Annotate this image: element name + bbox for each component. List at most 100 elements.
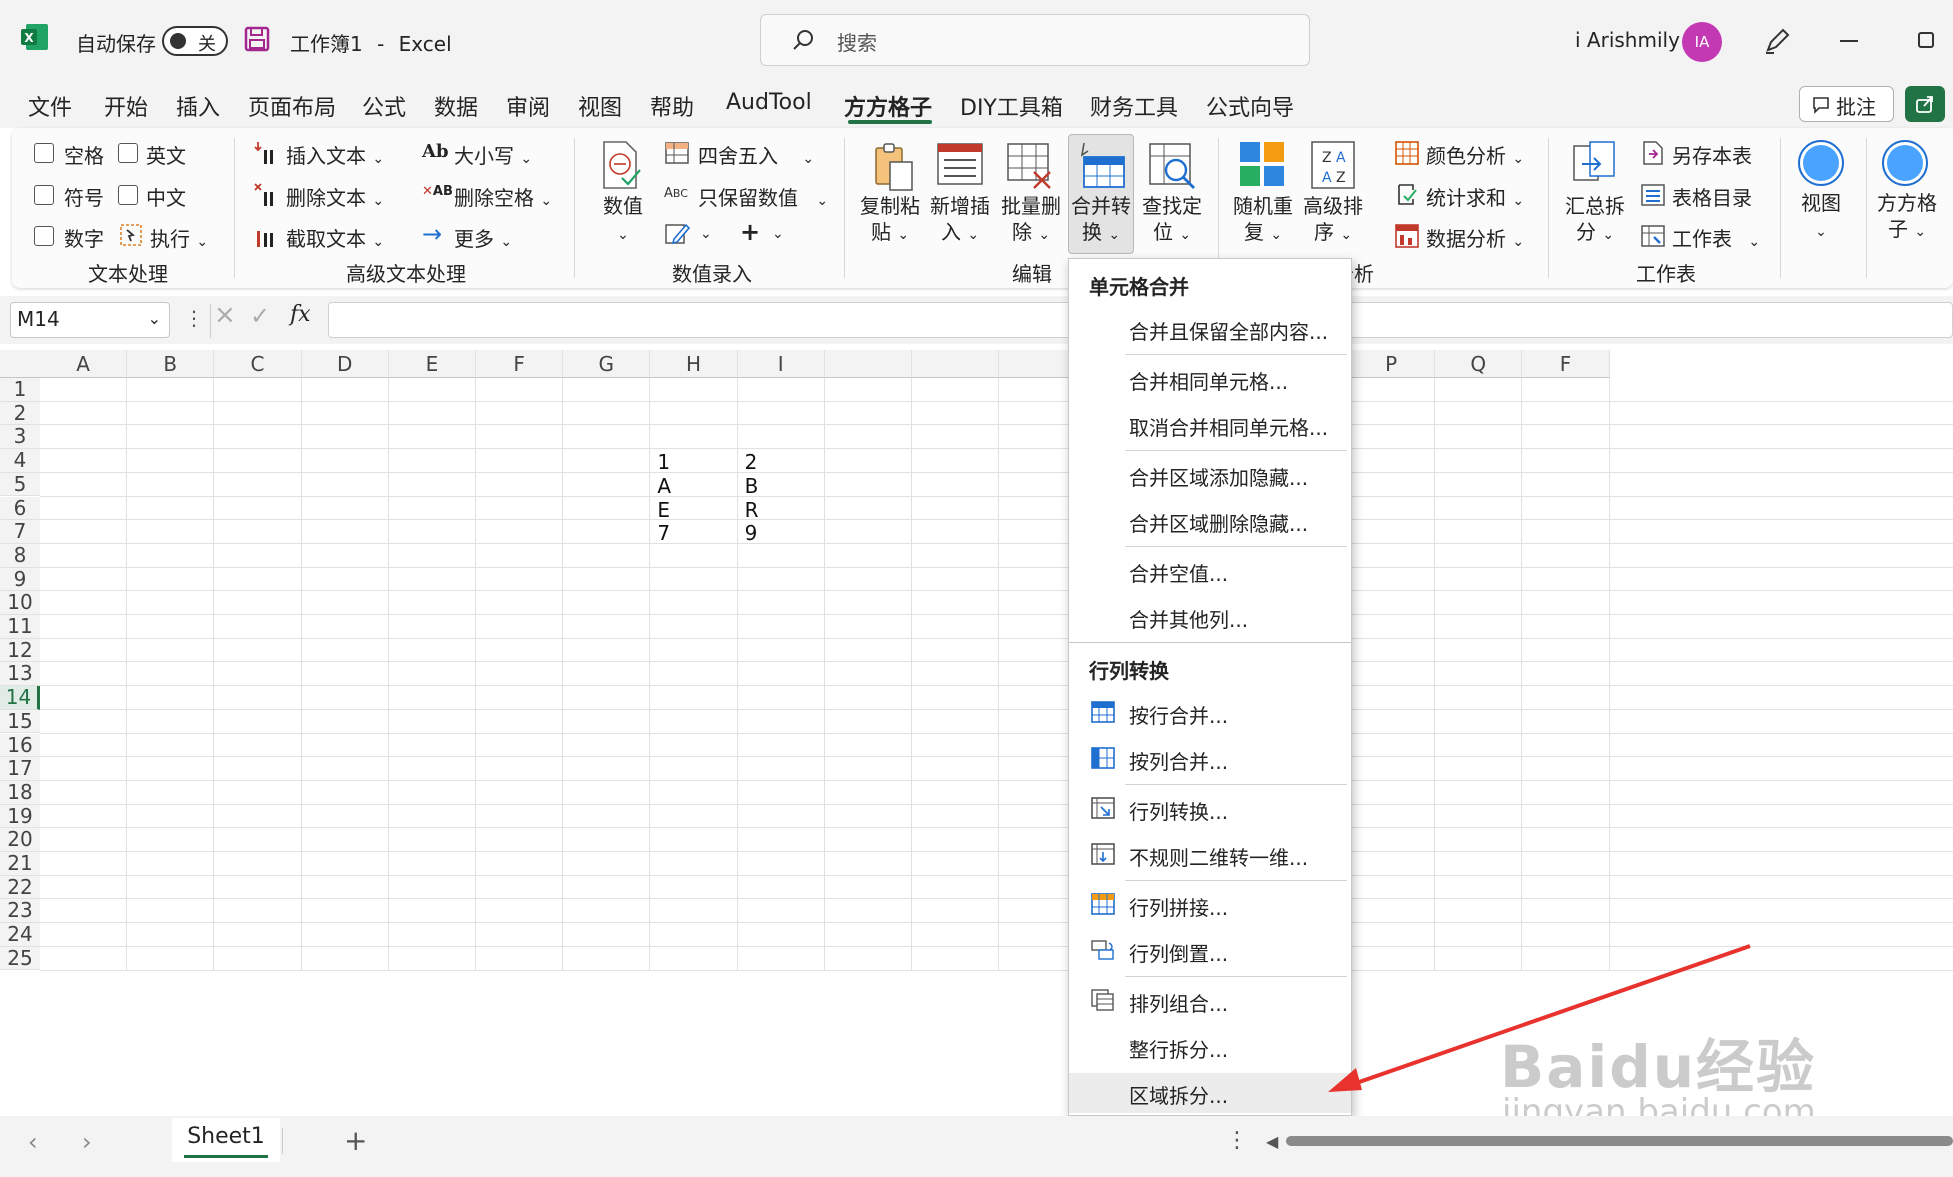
delete-text-button[interactable]: 删除文本 ⌄ — [286, 182, 384, 211]
save-as-sheet-button[interactable]: 另存本表 — [1672, 140, 1752, 169]
add-sheet-button[interactable]: + — [344, 1124, 367, 1157]
edit-icon[interactable] — [664, 221, 692, 247]
color-analysis-button[interactable]: 颜色分析 ⌄ — [1426, 140, 1524, 169]
menu-item-unmerge-same[interactable]: 取消合并相同单元格... — [1069, 405, 1351, 445]
row-header-20[interactable]: 20 — [0, 828, 40, 852]
user-name[interactable]: i Arishmily — [1575, 28, 1680, 52]
select-all-corner[interactable] — [0, 350, 40, 378]
tab-finance-tools[interactable]: 财务工具 — [1090, 90, 1178, 122]
column-header-C[interactable]: C — [214, 350, 302, 378]
copy-paste-button[interactable]: 复制粘贴 ⌄ — [858, 193, 922, 248]
menu-item-merge-by-row[interactable]: 按行合并... — [1069, 693, 1351, 733]
tab-data[interactable]: 数据 — [434, 90, 478, 122]
horizontal-scrollbar[interactable] — [1286, 1136, 1953, 1146]
advanced-sort-button[interactable]: 高级排序 ⌄ — [1300, 193, 1366, 248]
search-box[interactable]: 搜索 — [760, 14, 1310, 66]
share-button[interactable] — [1905, 86, 1945, 122]
tab-review[interactable]: 审阅 — [506, 90, 550, 122]
row-header-5[interactable]: 5 — [0, 472, 40, 497]
menu-item-row-split[interactable]: 整行拆分... — [1069, 1027, 1351, 1067]
worksheet-button[interactable]: 工作表 ⌄ — [1672, 223, 1760, 252]
more-options-icon[interactable]: ⋮ — [1226, 1128, 1248, 1153]
pen-icon[interactable] — [1762, 26, 1792, 56]
cell-H6[interactable]: E — [657, 498, 670, 522]
column-header-B[interactable]: B — [127, 350, 215, 378]
view-button[interactable]: 视图 ⌄ — [1790, 190, 1852, 245]
row-header-17[interactable]: 17 — [0, 756, 40, 781]
function-icon[interactable]: fx — [290, 302, 311, 327]
round-button[interactable]: 四舍五入 ⌄ — [698, 140, 814, 169]
row-header-23[interactable]: 23 — [0, 899, 40, 924]
comment-button[interactable]: 批注 — [1799, 86, 1894, 122]
cell-I7[interactable]: 9 — [745, 521, 758, 545]
column-header-A[interactable]: A — [40, 350, 128, 378]
new-insert-button[interactable]: 新增插入 ⌄ — [926, 193, 994, 248]
checkbox-english[interactable] — [118, 143, 138, 163]
cell-H4[interactable]: 1 — [657, 450, 670, 474]
checkbox-symbol[interactable] — [34, 185, 54, 205]
tab-help[interactable]: 帮助 — [650, 90, 694, 122]
column-header-F[interactable]: F — [1522, 350, 1610, 378]
scroll-left-icon[interactable]: ‹ — [28, 1128, 38, 1156]
tab-diy-toolbox[interactable]: DIY工具箱 — [960, 90, 1063, 122]
find-locate-button[interactable]: 查找定位 ⌄ — [1138, 193, 1206, 248]
confirm-icon[interactable]: ✓ — [250, 302, 270, 330]
row-header-19[interactable]: 19 — [0, 804, 40, 829]
batch-delete-button[interactable]: 批量删除 ⌄ — [998, 193, 1064, 248]
tab-ffgz[interactable]: 方方格子 — [844, 90, 932, 122]
merge-convert-button[interactable]: 合并转换 ⌄ — [1068, 134, 1134, 254]
row-header-15[interactable]: 15 — [0, 709, 40, 734]
data-analysis-button[interactable]: 数据分析 ⌄ — [1426, 223, 1524, 252]
row-header-10[interactable]: 10 — [0, 591, 40, 615]
row-header-18[interactable]: 18 — [0, 780, 40, 805]
menu-item-merge-same[interactable]: 合并相同单元格... — [1069, 359, 1351, 399]
column-header-hidden[interactable] — [824, 350, 912, 378]
row-header-8[interactable]: 8 — [0, 543, 40, 568]
summary-split-button[interactable]: 汇总拆分 ⌄ — [1562, 193, 1628, 248]
row-header-11[interactable]: 11 — [0, 614, 40, 639]
row-header-21[interactable]: 21 — [0, 851, 40, 876]
row-header-14[interactable]: 14 — [0, 685, 40, 710]
column-header-G[interactable]: G — [563, 350, 651, 378]
cell-I5[interactable]: B — [745, 474, 759, 498]
tab-home[interactable]: 开始 — [104, 90, 148, 122]
plus-icon[interactable]: + — [740, 218, 760, 246]
cell-I4[interactable]: 2 — [745, 450, 758, 474]
checkbox-space[interactable] — [34, 143, 54, 163]
restore-icon[interactable] — [1918, 32, 1934, 48]
tab-insert[interactable]: 插入 — [176, 90, 220, 122]
column-header-hidden[interactable] — [912, 350, 1000, 378]
column-header-P[interactable]: P — [1348, 350, 1436, 378]
more-button[interactable]: 更多 ⌄ — [454, 223, 512, 252]
row-header-1[interactable]: 1 — [0, 377, 40, 402]
case-button[interactable]: 大小写 ⌄ — [454, 140, 532, 169]
sheet-index-button[interactable]: 表格目录 — [1672, 182, 1752, 211]
row-header-6[interactable]: 6 — [0, 496, 40, 521]
name-box[interactable]: M14 ⌄ — [10, 302, 170, 338]
row-header-9[interactable]: 9 — [0, 567, 40, 592]
menu-item-merge-delete-hidden[interactable]: 合并区域删除隐藏... — [1069, 501, 1351, 541]
stat-sum-button[interactable]: 统计求和 ⌄ — [1426, 182, 1524, 211]
column-header-Q[interactable]: Q — [1435, 350, 1523, 378]
menu-item-row-col-reverse[interactable]: 行列倒置... — [1069, 931, 1351, 971]
menu-item-merge-add-hidden[interactable]: 合并区域添加隐藏... — [1069, 455, 1351, 495]
value-button[interactable]: 数值 ⌄ — [600, 193, 646, 248]
row-header-4[interactable]: 4 — [0, 448, 40, 473]
ffgz-button[interactable]: 方方格子 ⌄ — [1874, 190, 1940, 245]
row-header-2[interactable]: 2 — [0, 401, 40, 426]
tab-page-layout[interactable]: 页面布局 — [248, 90, 336, 122]
column-header-H[interactable]: H — [650, 350, 738, 378]
tab-formulas[interactable]: 公式 — [362, 90, 406, 122]
tab-file[interactable]: 文件 — [28, 90, 72, 122]
insert-text-button[interactable]: 插入文本 ⌄ — [286, 140, 384, 169]
row-header-13[interactable]: 13 — [0, 662, 40, 687]
row-header-25[interactable]: 25 — [0, 946, 40, 971]
more-options-icon[interactable]: ⋮ — [184, 306, 204, 330]
checkbox-chinese[interactable] — [118, 185, 138, 205]
keep-values-button[interactable]: 只保留数值 ⌄ — [698, 182, 828, 211]
autosave-toggle[interactable]: 关 — [162, 26, 228, 56]
column-header-F[interactable]: F — [476, 350, 564, 378]
row-header-3[interactable]: 3 — [0, 425, 40, 450]
extract-text-button[interactable]: 截取文本 ⌄ — [286, 223, 384, 252]
cancel-icon[interactable]: × — [214, 300, 236, 330]
